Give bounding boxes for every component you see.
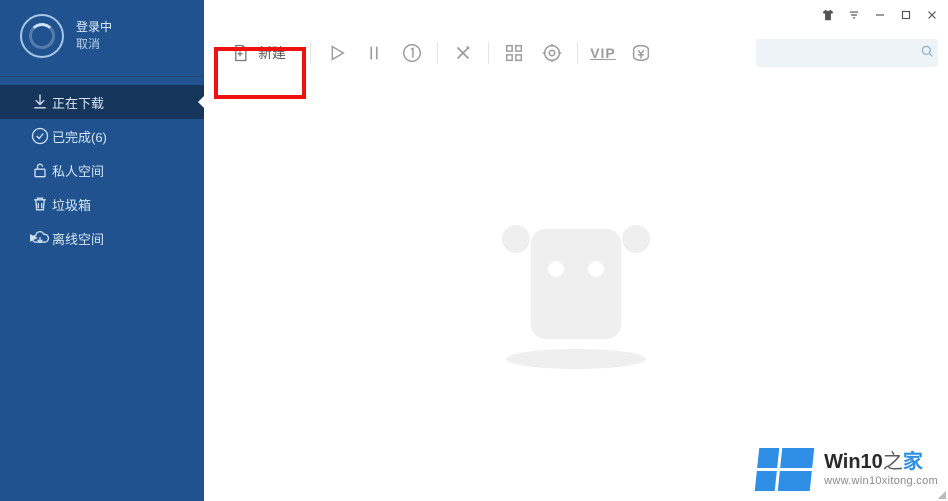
play-icon xyxy=(325,42,347,64)
titlebar xyxy=(204,0,948,30)
currency-icon xyxy=(630,42,652,64)
maximize-button[interactable] xyxy=(898,7,914,23)
search-icon[interactable] xyxy=(919,43,935,64)
sidebar-item-label: 正在下载 xyxy=(52,93,104,112)
sidebar: 登录中 取消 正在下载 已完成(6) 私人空间 xyxy=(0,0,204,501)
delete-button[interactable] xyxy=(446,36,480,70)
grid-icon xyxy=(503,42,525,64)
watermark: Win10之家 www.win10xitong.com xyxy=(757,448,938,491)
target-button[interactable] xyxy=(535,36,569,70)
vip-button[interactable]: VIP xyxy=(586,36,620,70)
toolbar-separator xyxy=(577,42,578,64)
resize-grip[interactable] xyxy=(938,491,946,499)
currency-button[interactable] xyxy=(624,36,658,70)
loading-spinner-icon xyxy=(29,23,55,49)
target-icon xyxy=(541,42,563,64)
start-button[interactable] xyxy=(319,36,353,70)
sidebar-item-label: 垃圾箱 xyxy=(52,195,91,214)
sidebar-item-label: 离线空间 xyxy=(52,229,104,248)
toolbar-separator xyxy=(488,42,489,64)
avatar[interactable] xyxy=(20,14,64,58)
sidebar-item-label: 私人空间 xyxy=(52,161,104,180)
pause-icon xyxy=(363,42,385,64)
search-input[interactable] xyxy=(764,46,919,60)
trash-icon xyxy=(30,194,50,214)
sidebar-item-label: 已完成(6) xyxy=(52,127,107,146)
vip-label: VIP xyxy=(590,45,616,61)
sidebar-divider xyxy=(0,76,204,77)
grid-button[interactable] xyxy=(497,36,531,70)
sidebar-nav: 正在下载 已完成(6) 私人空间 垃圾箱 ▶ xyxy=(0,85,204,255)
cloud-download-icon xyxy=(30,228,50,248)
sidebar-item-downloading[interactable]: 正在下载 xyxy=(0,85,204,119)
content-area xyxy=(204,76,948,501)
lock-icon xyxy=(30,160,50,180)
sidebar-item-private[interactable]: 私人空间 xyxy=(0,153,204,187)
close-button[interactable] xyxy=(924,7,940,23)
empty-state-illustration xyxy=(466,189,686,389)
skin-icon[interactable] xyxy=(820,7,836,23)
toolbar-separator xyxy=(437,42,438,64)
pause-button[interactable] xyxy=(357,36,391,70)
download-icon xyxy=(30,92,50,112)
speed-button[interactable] xyxy=(395,36,429,70)
sidebar-item-trash[interactable]: 垃圾箱 xyxy=(0,187,204,221)
login-status: 登录中 xyxy=(76,19,112,36)
cancel-login-link[interactable]: 取消 xyxy=(76,36,112,53)
new-task-button[interactable]: 新建 xyxy=(214,29,302,77)
new-file-icon xyxy=(230,43,250,63)
watermark-url: www.win10xitong.com xyxy=(824,475,938,489)
user-block: 登录中 取消 xyxy=(0,0,204,76)
sidebar-item-offline[interactable]: ▶ 离线空间 xyxy=(0,221,204,255)
check-icon xyxy=(30,126,50,146)
circle-one-icon xyxy=(401,42,423,64)
search-box[interactable] xyxy=(756,39,938,67)
menu-dropdown-icon[interactable] xyxy=(846,7,862,23)
new-task-label: 新建 xyxy=(258,43,286,63)
sidebar-item-completed[interactable]: 已完成(6) xyxy=(0,119,204,153)
watermark-title: Win10之家 xyxy=(824,450,938,475)
toolbar-separator xyxy=(310,42,311,64)
toolbar: 新建 xyxy=(204,30,948,76)
minimize-button[interactable] xyxy=(872,7,888,23)
main-panel: 新建 xyxy=(204,0,948,501)
delete-x-icon xyxy=(452,42,474,64)
windows-logo-icon xyxy=(755,448,815,491)
